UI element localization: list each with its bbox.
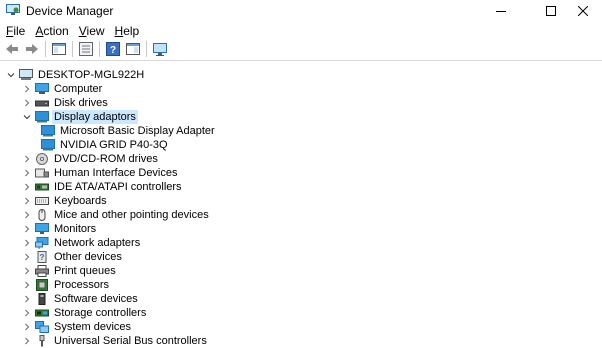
toolbar-separator (45, 41, 46, 57)
svg-text:?: ? (110, 45, 116, 56)
chevron-right-icon[interactable] (22, 82, 32, 96)
scan-hardware-button[interactable] (151, 40, 169, 58)
chevron-right-icon[interactable] (22, 194, 32, 208)
chevron-right-icon[interactable] (22, 96, 32, 110)
category-computer[interactable]: Computer (22, 82, 104, 96)
category-mice-and-other-pointing-devices[interactable]: Mice and other pointing devices (22, 208, 211, 222)
chevron-right-icon[interactable] (22, 166, 32, 180)
chevron-right-icon[interactable] (22, 236, 32, 250)
console-tree-icon (52, 43, 66, 55)
dvd-icon (35, 153, 49, 165)
processor-icon (35, 279, 49, 291)
hid-icon (35, 167, 49, 179)
category-network-adapters[interactable]: Network adapters (22, 236, 142, 250)
category-other-devices[interactable]: ? Other devices (22, 250, 124, 264)
menu-help[interactable]: Help (110, 24, 145, 38)
mouse-icon (35, 209, 49, 221)
category-disk-drives[interactable]: Disk drives (22, 96, 110, 110)
forward-arrow-icon (26, 44, 38, 54)
device-tree: DESKTOP-MGL922H Computer Disk drives Dis… (0, 62, 602, 348)
forward-button[interactable] (23, 40, 41, 58)
monitor-icon (35, 223, 49, 235)
computer-icon (35, 83, 49, 95)
chevron-down-icon[interactable] (6, 68, 16, 82)
chevron-right-icon[interactable] (22, 334, 32, 348)
desktop-computer-icon (19, 69, 33, 81)
chevron-right-icon[interactable] (22, 306, 32, 320)
computer-name: DESKTOP-MGL922H (38, 69, 145, 81)
tree-root[interactable]: DESKTOP-MGL922H (6, 68, 146, 82)
category-processors[interactable]: Processors (22, 278, 111, 292)
properties-button[interactable] (77, 40, 95, 58)
keyboard-icon (35, 195, 49, 207)
close-icon (578, 6, 588, 16)
menu-view[interactable]: View (74, 24, 110, 38)
display-adapter-icon (41, 125, 55, 137)
close-button[interactable] (564, 0, 602, 22)
category-storage-controllers[interactable]: Storage controllers (22, 306, 148, 320)
chevron-right-icon[interactable] (22, 222, 32, 236)
menu-action[interactable]: Action (30, 24, 73, 38)
chevron-right-icon[interactable] (22, 292, 32, 306)
disk-drive-icon (35, 97, 49, 109)
chevron-right-icon[interactable] (22, 208, 32, 222)
system-device-icon (35, 321, 49, 333)
chevron-down-icon[interactable] (22, 110, 32, 124)
category-print-queues[interactable]: Print queues (22, 264, 118, 278)
toolbar-separator (99, 41, 100, 57)
toolbar: ? (0, 39, 602, 59)
properties-icon (79, 42, 93, 56)
content-divider (0, 60, 602, 61)
software-device-icon (35, 293, 49, 305)
category-dvd-cd-rom-drives[interactable]: DVD/CD-ROM drives (22, 152, 160, 166)
back-arrow-icon (6, 44, 18, 54)
chevron-right-icon[interactable] (22, 152, 32, 166)
action-pane-icon (126, 43, 140, 55)
device-manager-icon (6, 4, 20, 16)
chevron-right-icon[interactable] (22, 180, 32, 194)
monitor-scan-icon (153, 42, 167, 56)
display-adapter-icon (41, 139, 55, 151)
back-button[interactable] (3, 40, 21, 58)
device-nvidia-grid-p40-3q[interactable]: NVIDIA GRID P40-3Q (38, 138, 170, 152)
category-system-devices[interactable]: System devices (22, 320, 133, 334)
category-universal-serial-bus-controllers[interactable]: Universal Serial Bus controllers (22, 334, 209, 348)
printer-icon (35, 265, 49, 277)
category-ide-ata-atapi-controllers[interactable]: IDE ATA/ATAPI controllers (22, 180, 184, 194)
usb-icon (35, 335, 49, 347)
toolbar-separator (146, 41, 147, 57)
category-keyboards[interactable]: Keyboards (22, 194, 109, 208)
unknown-device-icon: ? (35, 251, 49, 263)
maximize-icon (546, 6, 556, 16)
category-human-interface-devices[interactable]: Human Interface Devices (22, 166, 180, 180)
chevron-right-icon[interactable] (22, 250, 32, 264)
chevron-right-icon[interactable] (22, 264, 32, 278)
category-monitors[interactable]: Monitors (22, 222, 98, 236)
toolbar-separator (72, 41, 73, 57)
menu-file[interactable]: File (0, 24, 30, 38)
action-pane-button[interactable] (124, 40, 142, 58)
category-software-devices[interactable]: Software devices (22, 292, 140, 306)
storage-controller-icon (35, 307, 49, 319)
title-bar: Device Manager (0, 0, 602, 22)
help-button[interactable]: ? (104, 40, 122, 58)
category-display-adaptors[interactable]: Display adaptors (22, 110, 138, 124)
show-hide-console-tree-button[interactable] (50, 40, 68, 58)
help-icon: ? (106, 42, 120, 56)
minimize-button[interactable] (478, 0, 524, 22)
network-adapter-icon (35, 237, 49, 249)
display-adapter-icon (35, 111, 49, 123)
chevron-right-icon[interactable] (22, 278, 32, 292)
chevron-right-icon[interactable] (22, 320, 32, 334)
menu-bar: File Action View Help (0, 22, 602, 39)
ide-controller-icon (35, 181, 49, 193)
svg-text:?: ? (40, 253, 45, 262)
window-title: Device Manager (26, 4, 114, 18)
device-microsoft-basic-display-adapter[interactable]: Microsoft Basic Display Adapter (38, 124, 217, 138)
minimize-icon (496, 11, 506, 12)
